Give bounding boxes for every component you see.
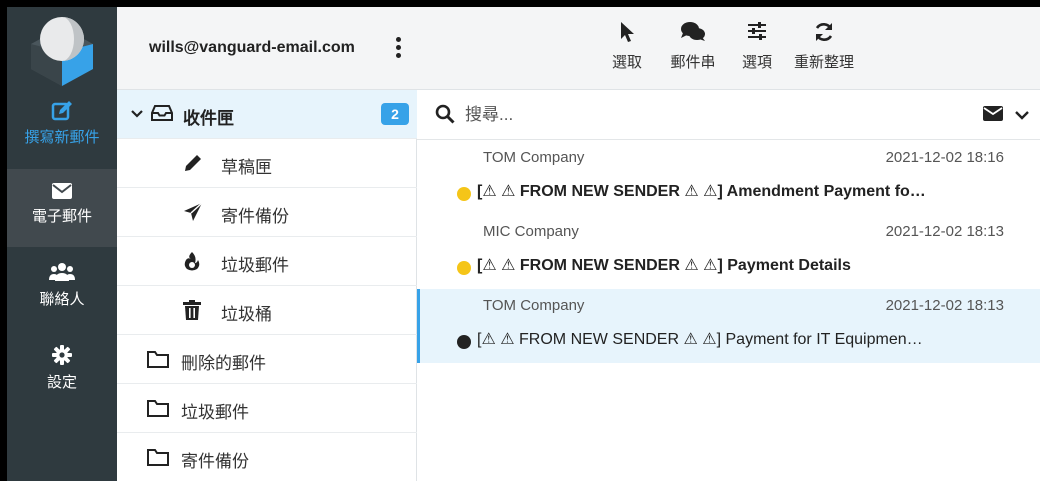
message-sender: TOM Company <box>483 297 585 314</box>
folder-sent-2[interactable]: 寄件備份 <box>117 433 417 481</box>
envelope-filter-icon <box>983 106 1003 121</box>
users-icon <box>7 262 117 284</box>
folder-label: 寄件備份 <box>221 207 289 226</box>
account-email: wills@vanguard-email.com <box>149 39 355 56</box>
envelope-icon <box>7 179 117 201</box>
compose-button[interactable]: 撰寫新郵件 <box>7 90 117 168</box>
folder-label: 垃圾郵件 <box>221 256 289 275</box>
mail-app-window: 撰寫新郵件 電子郵件 聯絡人 設定 wills@vanguard-email.c… <box>7 7 1040 481</box>
message-subject: [⚠ ⚠ FROM NEW SENDER ⚠ ⚠] Payment Detail… <box>477 257 851 274</box>
thread-button[interactable]: 郵件串 <box>663 21 723 72</box>
sliders-icon <box>737 21 777 47</box>
contacts-label: 聯絡人 <box>39 291 85 308</box>
folder-junk[interactable]: 垃圾郵件 <box>117 237 417 286</box>
select-label: 選取 <box>611 54 642 71</box>
folder-label: 寄件備份 <box>181 452 249 471</box>
unread-dot-icon[interactable] <box>457 261 471 275</box>
refresh-icon <box>789 21 859 47</box>
folder-label: 收件匣 <box>183 109 234 128</box>
read-dot-icon[interactable] <box>457 335 471 349</box>
folder-drafts[interactable]: 草稿匣 <box>117 139 417 188</box>
paper-plane-icon <box>183 202 203 227</box>
message-date: 2021-12-02 18:13 <box>885 223 1004 240</box>
thread-label: 郵件串 <box>670 54 716 71</box>
left-rail: 撰寫新郵件 電子郵件 聯絡人 設定 <box>7 7 117 481</box>
unread-count-badge: 2 <box>381 103 409 125</box>
options-label: 選項 <box>741 54 772 71</box>
compose-icon <box>7 100 117 122</box>
pencil-icon <box>183 153 203 178</box>
mail-label: 電子郵件 <box>31 208 92 225</box>
search-bar <box>417 90 1040 140</box>
fire-icon <box>183 251 201 276</box>
folder-label: 垃圾桶 <box>221 305 272 324</box>
message-subject: [⚠ ⚠ FROM NEW SENDER ⚠ ⚠] Amendment Paym… <box>477 183 926 200</box>
trash-icon <box>183 300 201 325</box>
gear-icon <box>7 345 117 367</box>
refresh-button[interactable]: 重新整理 <box>789 21 859 72</box>
folder-sent[interactable]: 寄件備份 <box>117 188 417 237</box>
folder-label: 草稿匣 <box>221 158 272 177</box>
folder-icon <box>147 449 169 471</box>
settings-label: 設定 <box>46 374 77 391</box>
message-subject: [⚠ ⚠ FROM NEW SENDER ⚠ ⚠] Payment for IT… <box>477 331 923 348</box>
settings-nav-item[interactable]: 設定 <box>7 335 117 413</box>
mail-nav-item[interactable]: 電子郵件 <box>7 169 117 247</box>
folder-icon <box>147 351 169 373</box>
select-button[interactable]: 選取 <box>607 21 647 72</box>
options-button[interactable]: 選項 <box>737 21 777 72</box>
message-sender: TOM Company <box>483 149 585 166</box>
inbox-icon <box>151 105 173 126</box>
unread-dot-icon[interactable] <box>457 187 471 201</box>
comments-icon <box>663 21 723 47</box>
folder-inbox[interactable]: 收件匣 2 <box>117 90 417 139</box>
folder-deleted[interactable]: 刪除的郵件 <box>117 335 417 384</box>
message-date: 2021-12-02 18:16 <box>885 149 1004 166</box>
search-input[interactable] <box>465 102 905 128</box>
account-header: wills@vanguard-email.com <box>117 7 417 90</box>
folder-label: 垃圾郵件 <box>181 403 249 422</box>
folder-panel: wills@vanguard-email.com 收件匣 2 草稿匣 寄件備份 … <box>117 7 417 481</box>
message-date: 2021-12-02 18:13 <box>885 297 1004 314</box>
message-row-selected[interactable]: TOM Company 2021-12-02 18:13 [⚠ ⚠ FROM N… <box>417 289 1040 363</box>
compose-label: 撰寫新郵件 <box>24 129 100 146</box>
app-logo <box>7 7 117 90</box>
message-row[interactable]: TOM Company 2021-12-02 18:16 [⚠ ⚠ FROM N… <box>417 141 1040 215</box>
account-menu-icon[interactable] <box>395 37 403 61</box>
folder-junk-2[interactable]: 垃圾郵件 <box>117 384 417 433</box>
chevron-down-icon[interactable] <box>131 105 143 125</box>
folder-trash[interactable]: 垃圾桶 <box>117 286 417 335</box>
refresh-label: 重新整理 <box>793 54 854 71</box>
toolbar: 選取 郵件串 選項 重新整理 <box>417 7 1040 90</box>
folder-label: 刪除的郵件 <box>181 354 266 373</box>
folder-icon <box>147 400 169 422</box>
chevron-down-icon <box>1015 111 1030 120</box>
logo-icon <box>31 17 93 86</box>
contacts-nav-item[interactable]: 聯絡人 <box>7 252 117 330</box>
cursor-icon <box>607 21 647 47</box>
message-sender: MIC Company <box>483 223 579 240</box>
search-icon[interactable] <box>435 104 455 129</box>
message-list-panel: 選取 郵件串 選項 重新整理 搜尋... TOM Company 2021-12… <box>417 7 1040 481</box>
message-filter-menu[interactable] <box>983 106 1030 126</box>
message-row[interactable]: MIC Company 2021-12-02 18:13 [⚠ ⚠ FROM N… <box>417 215 1040 289</box>
